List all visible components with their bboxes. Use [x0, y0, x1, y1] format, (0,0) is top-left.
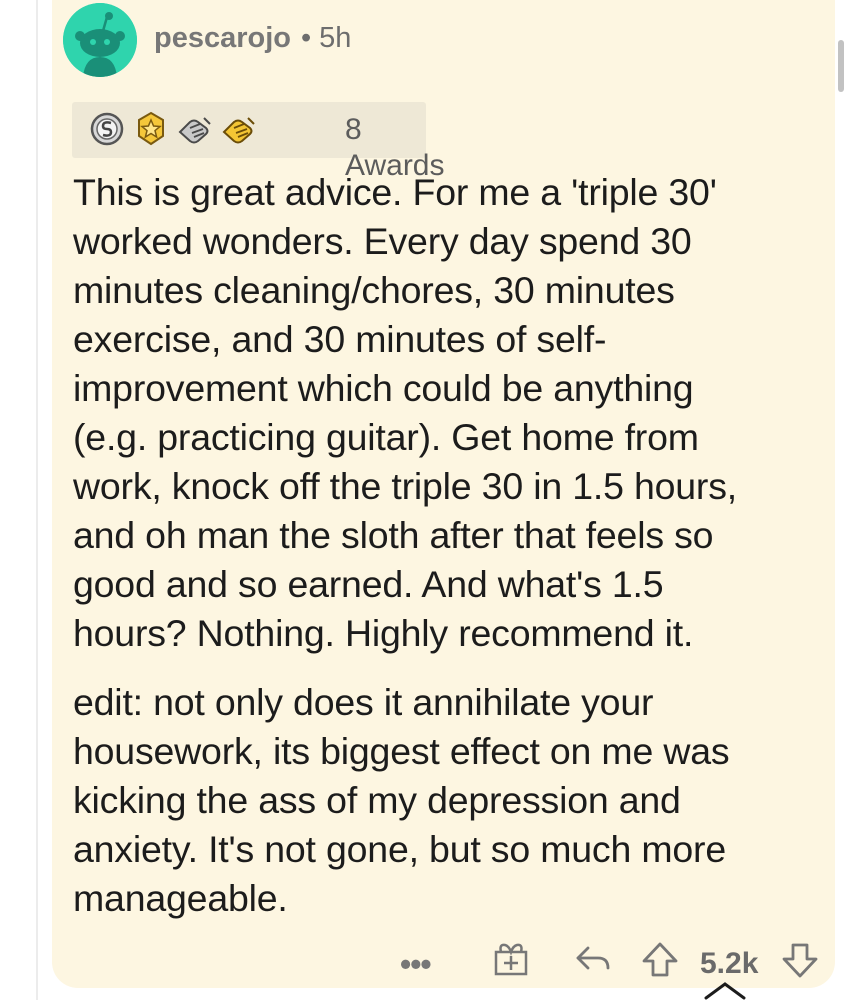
comment-paragraph: This is great advice. For me a 'triple 3…	[73, 171, 737, 654]
reply-icon[interactable]	[574, 940, 612, 978]
comment-time: 5h	[319, 22, 352, 54]
silver-award-icon	[90, 112, 124, 146]
meta-separator: •	[301, 22, 312, 54]
comment-body: This is great advice. For me a 'triple 3…	[73, 168, 823, 923]
snoo-avatar-icon	[63, 3, 137, 77]
comment-paragraph: edit: not only does it annihilate your h…	[73, 681, 730, 919]
thread-line	[36, 0, 38, 1000]
gold-helping-hand-icon	[222, 117, 255, 144]
comment-header: pescarojo • 5h	[154, 18, 351, 58]
scrollbar[interactable]	[838, 40, 844, 92]
gold-medal-icon	[138, 111, 164, 146]
gift-award-icon[interactable]	[493, 940, 529, 978]
awards-bar[interactable]: 8 Awards	[72, 102, 445, 182]
username-link[interactable]: pescarojo	[154, 22, 291, 54]
upvote-icon[interactable]	[640, 940, 680, 980]
more-options-button[interactable]: •••	[400, 944, 432, 984]
helping-hand-icon	[178, 117, 211, 144]
user-avatar[interactable]	[63, 3, 137, 77]
downvote-icon[interactable]	[780, 940, 820, 980]
collapse-chevron-icon[interactable]	[702, 980, 748, 1002]
vote-score: 5.2k	[700, 947, 759, 980]
